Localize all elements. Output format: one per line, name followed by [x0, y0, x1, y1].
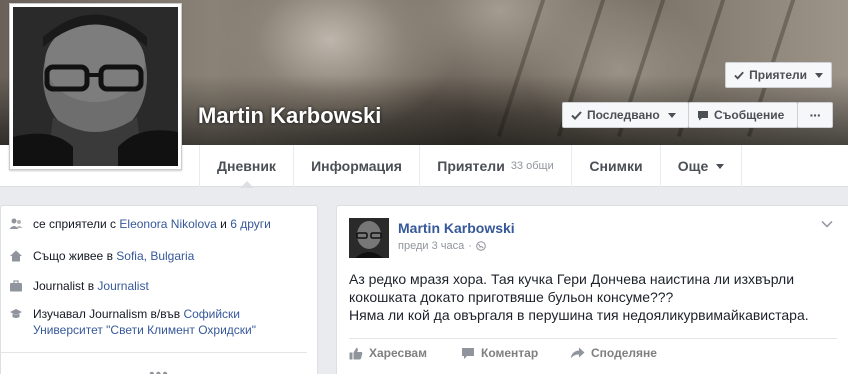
profile-name[interactable]: Martin Karbowski	[198, 103, 381, 129]
like-label: Харесвам	[369, 346, 427, 360]
tab-more[interactable]: Още	[660, 145, 742, 187]
timeline-post: Martin Karbowski преди 3 часа · Аз редко…	[336, 205, 848, 374]
more-dots-icon: ···	[809, 107, 822, 123]
tab-friends-label: Приятели	[437, 158, 505, 174]
profile-picture[interactable]	[9, 3, 182, 170]
work-row: Journalist в Journalist	[9, 278, 149, 294]
study-school-link[interactable]: Софийски	[183, 307, 240, 321]
job-prefix: Journalist в	[33, 279, 95, 293]
lives-place-link[interactable]: Sofia, Bulgaria	[116, 249, 194, 263]
tab-about-label: Информация	[311, 158, 402, 174]
job-place-link[interactable]: Journalist	[97, 279, 148, 293]
post-time-text: преди 3 часа	[398, 240, 465, 252]
education-icon	[10, 309, 22, 318]
chevron-down-icon	[815, 72, 823, 78]
message-button-label: Съобщение	[714, 108, 785, 122]
tab-more-label: Още	[677, 158, 709, 174]
chevron-down-icon	[667, 112, 676, 118]
study-prefix: Изучавал Journalism в/във	[33, 307, 181, 321]
lives-prefix: Също живее в	[33, 249, 113, 263]
post-text: Аз редко мразя хора. Тая кучка Гери Донч…	[349, 270, 839, 324]
share-button[interactable]: Споделяне	[570, 346, 657, 360]
tab-about[interactable]: Информация	[293, 145, 419, 187]
share-arrow-icon	[570, 347, 585, 359]
friends-button-label: Приятели	[749, 68, 807, 82]
post-text-line: Аз редко мразя хора. Тая кучка Гери Донч…	[349, 271, 795, 287]
mutual-mid: и	[220, 217, 227, 231]
following-button[interactable]: Последвано	[562, 102, 689, 128]
home-icon	[10, 250, 22, 262]
globe-icon[interactable]	[476, 241, 486, 251]
friends-count: 33 общи	[510, 160, 554, 172]
see-more-dots[interactable]: •••	[149, 366, 169, 374]
tab-timeline-label: Дневник	[217, 158, 276, 174]
study-school-link-line2[interactable]: Университет "Свети Климент Охридски"	[33, 323, 256, 337]
profile-photo-image	[13, 7, 178, 166]
mutual-friends-row: се сприятели с Eleonora Nikolova и 6 дру…	[9, 216, 271, 232]
message-icon	[698, 110, 708, 120]
mutual-friend-link[interactable]: Eleonora Nikolova	[119, 217, 216, 231]
post-timestamp[interactable]: преди 3 часа ·	[398, 240, 486, 252]
message-button[interactable]: Съобщение	[688, 102, 798, 128]
post-author-avatar[interactable]	[349, 218, 389, 258]
tab-friends[interactable]: Приятели 33 общи	[419, 145, 571, 187]
comment-button[interactable]: Коментар	[461, 346, 538, 360]
post-text-line: Няма ли кой да овъргаля в перушина тия н…	[349, 307, 809, 323]
check-icon	[734, 71, 744, 80]
lives-in-row: Също живее в Sofia, Bulgaria	[9, 248, 194, 264]
comment-icon	[462, 347, 474, 359]
divider	[1, 352, 307, 353]
friends-icon	[9, 218, 23, 229]
tab-photos-label: Снимки	[589, 158, 643, 174]
mutual-prefix: се сприятели с	[33, 217, 117, 231]
comment-label: Коментар	[481, 346, 539, 360]
friends-button[interactable]: Приятели	[725, 62, 832, 88]
check-icon	[571, 110, 582, 120]
education-row: Изучавал Journalism в/във Софийски Униве…	[9, 306, 313, 338]
briefcase-icon	[10, 280, 22, 292]
post-text-line: кокошката докато приготвяше бульон консу…	[349, 289, 674, 305]
more-options-button[interactable]: ···	[797, 102, 833, 128]
intro-card: се сприятели с Eleonora Nikolova и 6 дру…	[0, 205, 318, 374]
tab-timeline[interactable]: Дневник	[199, 145, 293, 188]
following-button-label: Последвано	[587, 108, 660, 122]
share-label: Споделяне	[591, 346, 657, 360]
mutual-others-link[interactable]: 6 други	[230, 217, 271, 231]
divider	[349, 338, 837, 339]
thumbs-up-icon	[349, 347, 363, 359]
tab-photos[interactable]: Снимки	[571, 145, 660, 187]
post-menu-chevron-icon[interactable]	[821, 220, 833, 228]
like-button[interactable]: Харесвам	[349, 346, 427, 360]
post-author-name[interactable]: Martin Karbowski	[398, 220, 515, 236]
chevron-down-icon	[716, 163, 725, 169]
